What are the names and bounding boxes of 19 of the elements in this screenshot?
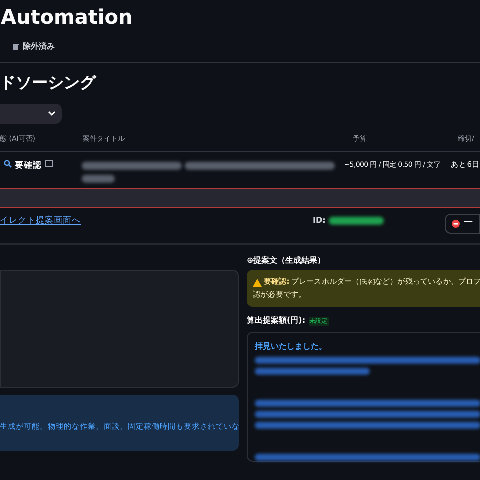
nav-link[interactable]: 除外済み	[0, 41, 55, 53]
badge-icon	[45, 160, 53, 167]
chevron-down-icon	[48, 111, 56, 117]
select-field[interactable]	[0, 104, 62, 124]
id-label: ID:	[313, 215, 326, 227]
proposal-title: ⊕提案文（生成結果）	[247, 255, 327, 267]
warning-icon	[253, 278, 262, 286]
blurred-text	[82, 175, 115, 183]
exclude-button[interactable]: 一	[445, 214, 480, 234]
proposal-greeting: 拝見いたしました。	[255, 341, 328, 353]
section-title: ドソーシング	[0, 73, 98, 93]
blurred-text	[328, 217, 384, 225]
no-entry-icon	[452, 220, 460, 228]
search-icon	[4, 160, 12, 168]
status-label: 要確認	[15, 160, 42, 173]
amount-label: 算出提案額(円):	[247, 315, 306, 327]
direct-proposal-link[interactable]: イレクト提案画面へ	[0, 214, 313, 228]
page-title: Automation	[1, 4, 133, 31]
trash-icon	[12, 43, 20, 51]
